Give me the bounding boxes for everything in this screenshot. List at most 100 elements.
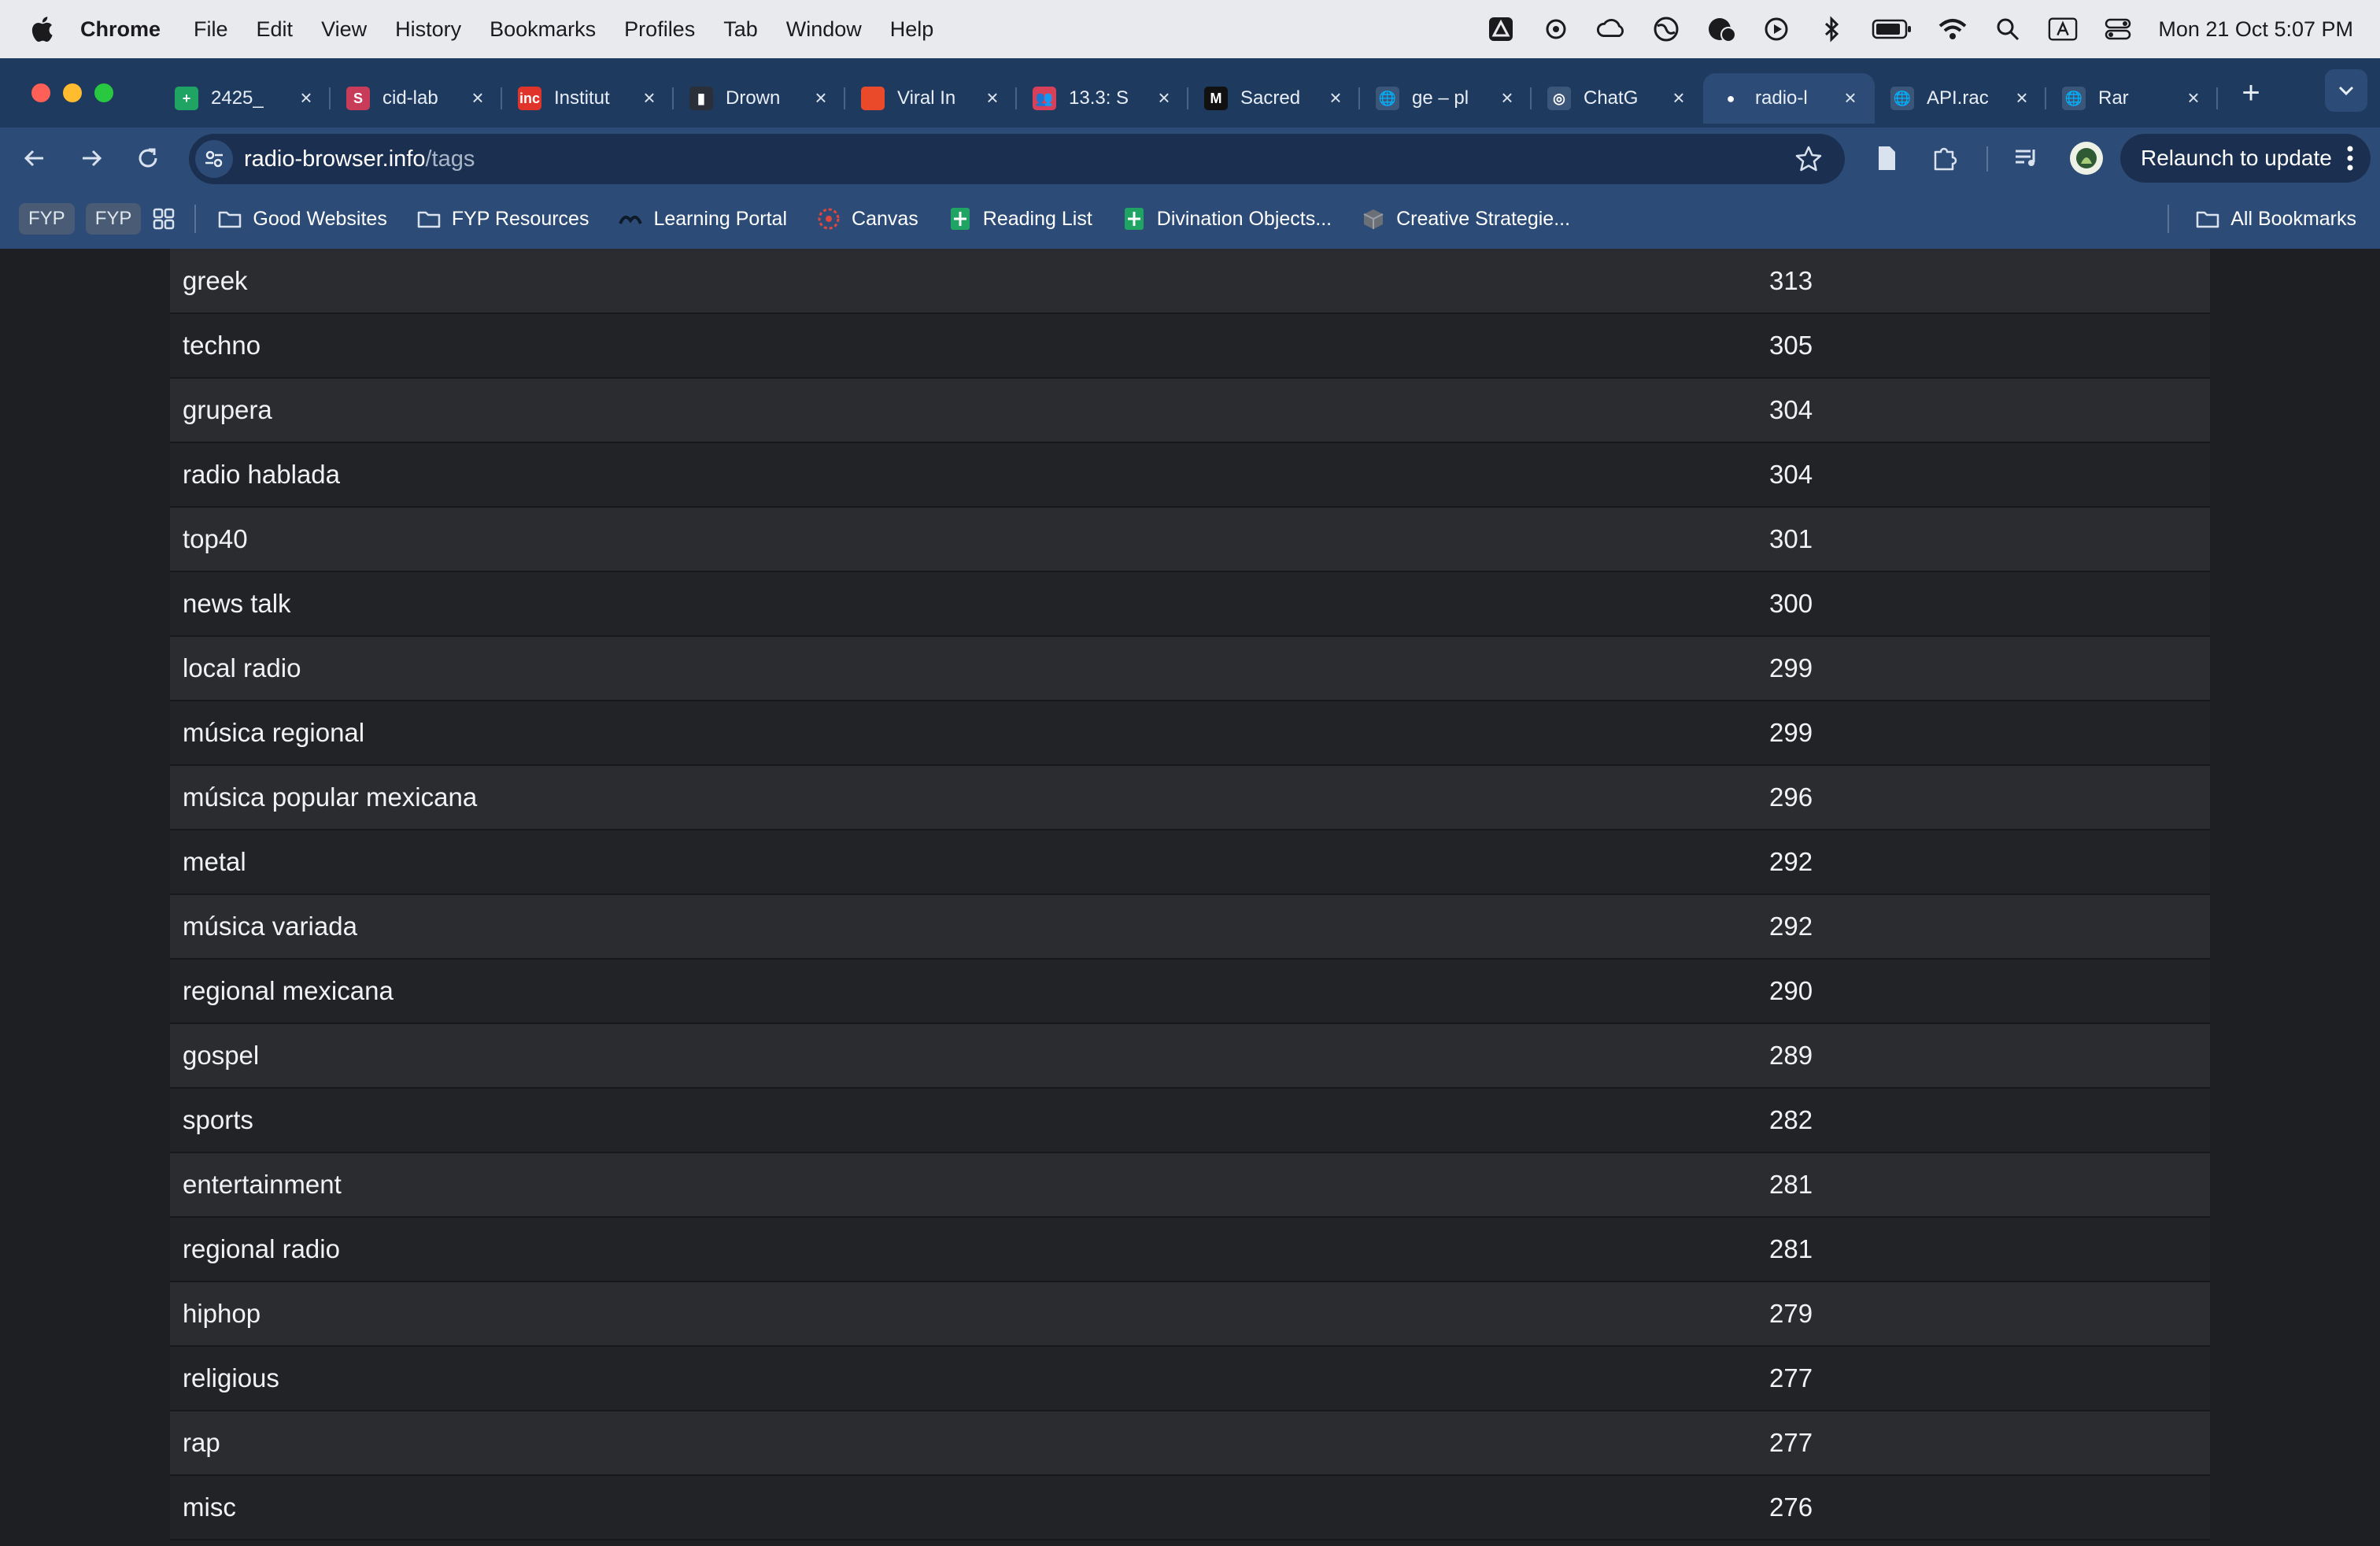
tab[interactable]: inc Institut × bbox=[502, 73, 674, 124]
tag-name[interactable]: regional radio bbox=[170, 1217, 1769, 1282]
tag-name[interactable]: religious bbox=[170, 1346, 1769, 1411]
tab-close-icon[interactable]: × bbox=[1669, 87, 1689, 108]
menu-help[interactable]: Help bbox=[890, 17, 934, 42]
spotlight-search-icon[interactable] bbox=[1993, 14, 2023, 44]
tab-close-icon[interactable]: × bbox=[468, 87, 488, 108]
bookmark-divination-objects[interactable]: Divination Objects... bbox=[1122, 207, 1332, 231]
table-row[interactable]: misc 276 bbox=[170, 1475, 2210, 1540]
table-row[interactable]: local radio 299 bbox=[170, 636, 2210, 701]
bookmark-chip-fyp[interactable]: FYP bbox=[85, 203, 142, 235]
tab-close-icon[interactable]: × bbox=[1154, 87, 1174, 108]
openai-icon[interactable] bbox=[1541, 14, 1571, 44]
relaunch-to-update-button[interactable]: Relaunch to update bbox=[2120, 134, 2371, 183]
tab[interactable]: Viral In × bbox=[845, 73, 1017, 124]
menu-view[interactable]: View bbox=[321, 17, 367, 42]
notification-badge-icon[interactable] bbox=[1706, 14, 1737, 44]
table-row[interactable]: sports 282 bbox=[170, 1088, 2210, 1153]
menu-app-name[interactable]: Chrome bbox=[80, 17, 161, 42]
tab-close-icon[interactable]: × bbox=[1497, 87, 1517, 108]
menu-edit[interactable]: Edit bbox=[257, 17, 294, 42]
tag-name[interactable]: local radio bbox=[170, 636, 1769, 701]
bookmark-reading-list[interactable]: Reading List bbox=[948, 207, 1092, 231]
tab-search-button[interactable] bbox=[2325, 69, 2367, 112]
tab[interactable]: M Sacred × bbox=[1188, 73, 1360, 124]
table-row[interactable]: música regional 299 bbox=[170, 701, 2210, 766]
tab[interactable]: 👥 13.3: S × bbox=[1017, 73, 1188, 124]
battery-icon[interactable] bbox=[1872, 14, 1913, 44]
play-circle-icon[interactable] bbox=[1761, 14, 1791, 44]
all-bookmarks-button[interactable]: All Bookmarks bbox=[2168, 189, 2356, 249]
tab-active[interactable]: ● radio-l × bbox=[1703, 73, 1875, 124]
tag-name[interactable]: música regional bbox=[170, 701, 1769, 766]
table-row[interactable]: hiphop 279 bbox=[170, 1282, 2210, 1347]
reading-mode-icon[interactable] bbox=[1868, 140, 1905, 176]
table-row[interactable]: greek 313 bbox=[170, 249, 2210, 314]
table-row[interactable]: rap 277 bbox=[170, 1411, 2210, 1476]
table-row[interactable]: música variada 292 bbox=[170, 894, 2210, 960]
tab[interactable]: ◎ ChatG × bbox=[1532, 73, 1703, 124]
input-source-icon[interactable] bbox=[2048, 14, 2078, 44]
tag-name[interactable]: sports bbox=[170, 1088, 1769, 1153]
bookmark-fyp-resources[interactable]: FYP Resources bbox=[417, 207, 589, 231]
tab[interactable]: 🌐 API.rac × bbox=[1875, 73, 2046, 124]
drive-icon[interactable] bbox=[1486, 14, 1516, 44]
media-controls-icon[interactable] bbox=[2009, 140, 2045, 176]
tab-close-icon[interactable]: × bbox=[639, 87, 660, 108]
table-row[interactable]: grupera 304 bbox=[170, 378, 2210, 443]
address-bar[interactable]: radio-browser.info/tags bbox=[189, 134, 1845, 184]
close-window-button[interactable] bbox=[31, 83, 50, 102]
menubar-clock[interactable]: Mon 21 Oct 5:07 PM bbox=[2158, 17, 2353, 42]
tag-name[interactable]: greek bbox=[170, 249, 1769, 314]
reload-button[interactable] bbox=[126, 136, 170, 180]
tag-name[interactable]: techno bbox=[170, 313, 1769, 379]
tab[interactable]: +2425_ × bbox=[159, 73, 331, 124]
tab-close-icon[interactable]: × bbox=[982, 87, 1003, 108]
tag-name[interactable]: gospel bbox=[170, 1023, 1769, 1089]
table-row[interactable]: regional radio 281 bbox=[170, 1217, 2210, 1282]
tab-close-icon[interactable]: × bbox=[2012, 87, 2032, 108]
forward-button[interactable] bbox=[69, 136, 113, 180]
control-center-icon[interactable] bbox=[2103, 14, 2133, 44]
maximize-window-button[interactable] bbox=[94, 83, 113, 102]
tab-close-icon[interactable]: × bbox=[811, 87, 831, 108]
bookmark-creative-strategies[interactable]: Creative Strategie... bbox=[1362, 207, 1570, 231]
bookmark-good-websites[interactable]: Good Websites bbox=[218, 207, 387, 231]
new-tab-button[interactable]: + bbox=[2229, 71, 2273, 115]
bluetooth-icon[interactable] bbox=[1816, 14, 1846, 44]
menu-history[interactable]: History bbox=[395, 17, 461, 42]
tab[interactable]: 🌐 ge – pl × bbox=[1360, 73, 1532, 124]
back-button[interactable] bbox=[13, 136, 57, 180]
tag-name[interactable]: grupera bbox=[170, 378, 1769, 443]
menu-tab[interactable]: Tab bbox=[723, 17, 758, 42]
tab-close-icon[interactable]: × bbox=[1325, 87, 1346, 108]
menu-bookmarks[interactable]: Bookmarks bbox=[490, 17, 596, 42]
tag-name[interactable]: misc bbox=[170, 1475, 1769, 1540]
menu-window[interactable]: Window bbox=[786, 17, 862, 42]
tag-name[interactable]: metal bbox=[170, 830, 1769, 895]
table-row[interactable]: radio hablada 304 bbox=[170, 442, 2210, 508]
table-row[interactable]: regional mexicana 290 bbox=[170, 959, 2210, 1024]
menu-profiles[interactable]: Profiles bbox=[624, 17, 695, 42]
tab-close-icon[interactable]: × bbox=[2183, 87, 2204, 108]
wifi-icon[interactable] bbox=[1938, 14, 1968, 44]
table-row[interactable]: top40 301 bbox=[170, 507, 2210, 572]
cloud-sync-icon[interactable] bbox=[1596, 14, 1626, 44]
extensions-puzzle-icon[interactable] bbox=[1927, 140, 1963, 176]
table-row[interactable]: gospel 289 bbox=[170, 1023, 2210, 1089]
apps-grid-icon[interactable] bbox=[152, 207, 176, 231]
tag-name[interactable]: top40 bbox=[170, 507, 1769, 572]
tag-name[interactable]: regional mexicana bbox=[170, 959, 1769, 1024]
tag-name[interactable]: rap bbox=[170, 1411, 1769, 1476]
tab[interactable]: 🌐 Rar × bbox=[2046, 73, 2218, 124]
tab[interactable]: Scid-lab × bbox=[331, 73, 502, 124]
table-row[interactable]: música popular mexicana 296 bbox=[170, 765, 2210, 830]
tab[interactable]: ▮ Drown × bbox=[674, 73, 845, 124]
table-row[interactable]: techno 305 bbox=[170, 313, 2210, 379]
bookmark-canvas[interactable]: Canvas bbox=[817, 207, 918, 231]
site-info-button[interactable] bbox=[195, 140, 233, 178]
tag-name[interactable]: música popular mexicana bbox=[170, 765, 1769, 830]
profile-avatar[interactable] bbox=[2070, 142, 2103, 175]
tag-name[interactable]: entertainment bbox=[170, 1152, 1769, 1218]
tag-name[interactable]: música variada bbox=[170, 894, 1769, 960]
globe-icon[interactable] bbox=[1651, 14, 1681, 44]
